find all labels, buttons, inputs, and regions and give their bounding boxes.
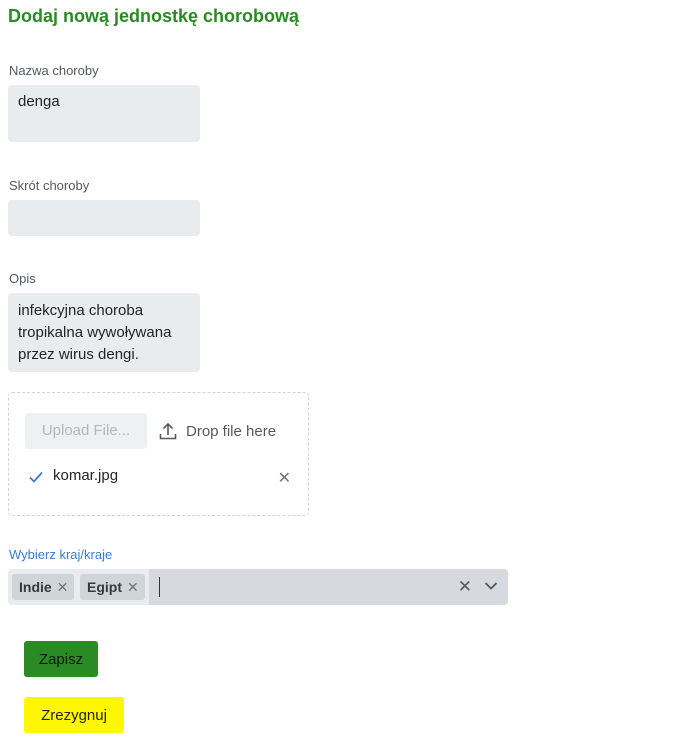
uploaded-file-item: komar.jpg ✕	[29, 467, 291, 487]
disease-abbr-label: Skrót choroby	[9, 178, 90, 193]
drop-zone[interactable]: Drop file here	[159, 422, 276, 440]
file-name: komar.jpg	[53, 467, 119, 484]
chip-remove-close-icon[interactable]: ✕	[127, 579, 139, 596]
chip-remove-close-icon[interactable]: ✕	[57, 579, 69, 596]
country-chip-egipt: Egipt ✕	[80, 574, 145, 600]
disease-name-input[interactable]: denga	[8, 85, 200, 142]
description-label: Opis	[9, 271, 36, 286]
remove-file-close-icon[interactable]: ✕	[278, 468, 291, 488]
page-title: Dodaj nową jednostkę chorobową	[8, 6, 300, 26]
countries-multiselect[interactable]: Indie ✕ Egipt ✕ ✕	[8, 569, 508, 605]
drop-file-label: Drop file here	[186, 422, 277, 440]
countries-label: Wybierz kraj/kraje	[9, 547, 113, 562]
upload-file-button[interactable]: Upload File...	[25, 413, 147, 449]
country-chip-indie: Indie ✕	[12, 574, 75, 600]
chip-label: Indie	[19, 579, 52, 595]
disease-abbr-input[interactable]	[8, 200, 200, 236]
disease-name-label: Nazwa choroby	[9, 63, 99, 78]
cancel-button[interactable]: Zrezygnuj	[24, 697, 124, 733]
chip-label: Egipt	[87, 579, 122, 595]
description-textarea[interactable]: infekcyjna choroba tropikalna wywoływana…	[8, 293, 200, 372]
countries-search-input[interactable]: ✕	[149, 569, 508, 605]
text-cursor	[159, 577, 160, 597]
chevron-down-icon[interactable]	[484, 581, 498, 591]
file-upload-zone[interactable]: Upload File... Drop file here komar.jpg …	[8, 392, 309, 516]
clear-all-close-icon[interactable]: ✕	[458, 577, 472, 597]
check-icon	[29, 471, 43, 483]
upload-icon	[159, 422, 177, 440]
save-button[interactable]: Zapisz	[24, 641, 98, 677]
